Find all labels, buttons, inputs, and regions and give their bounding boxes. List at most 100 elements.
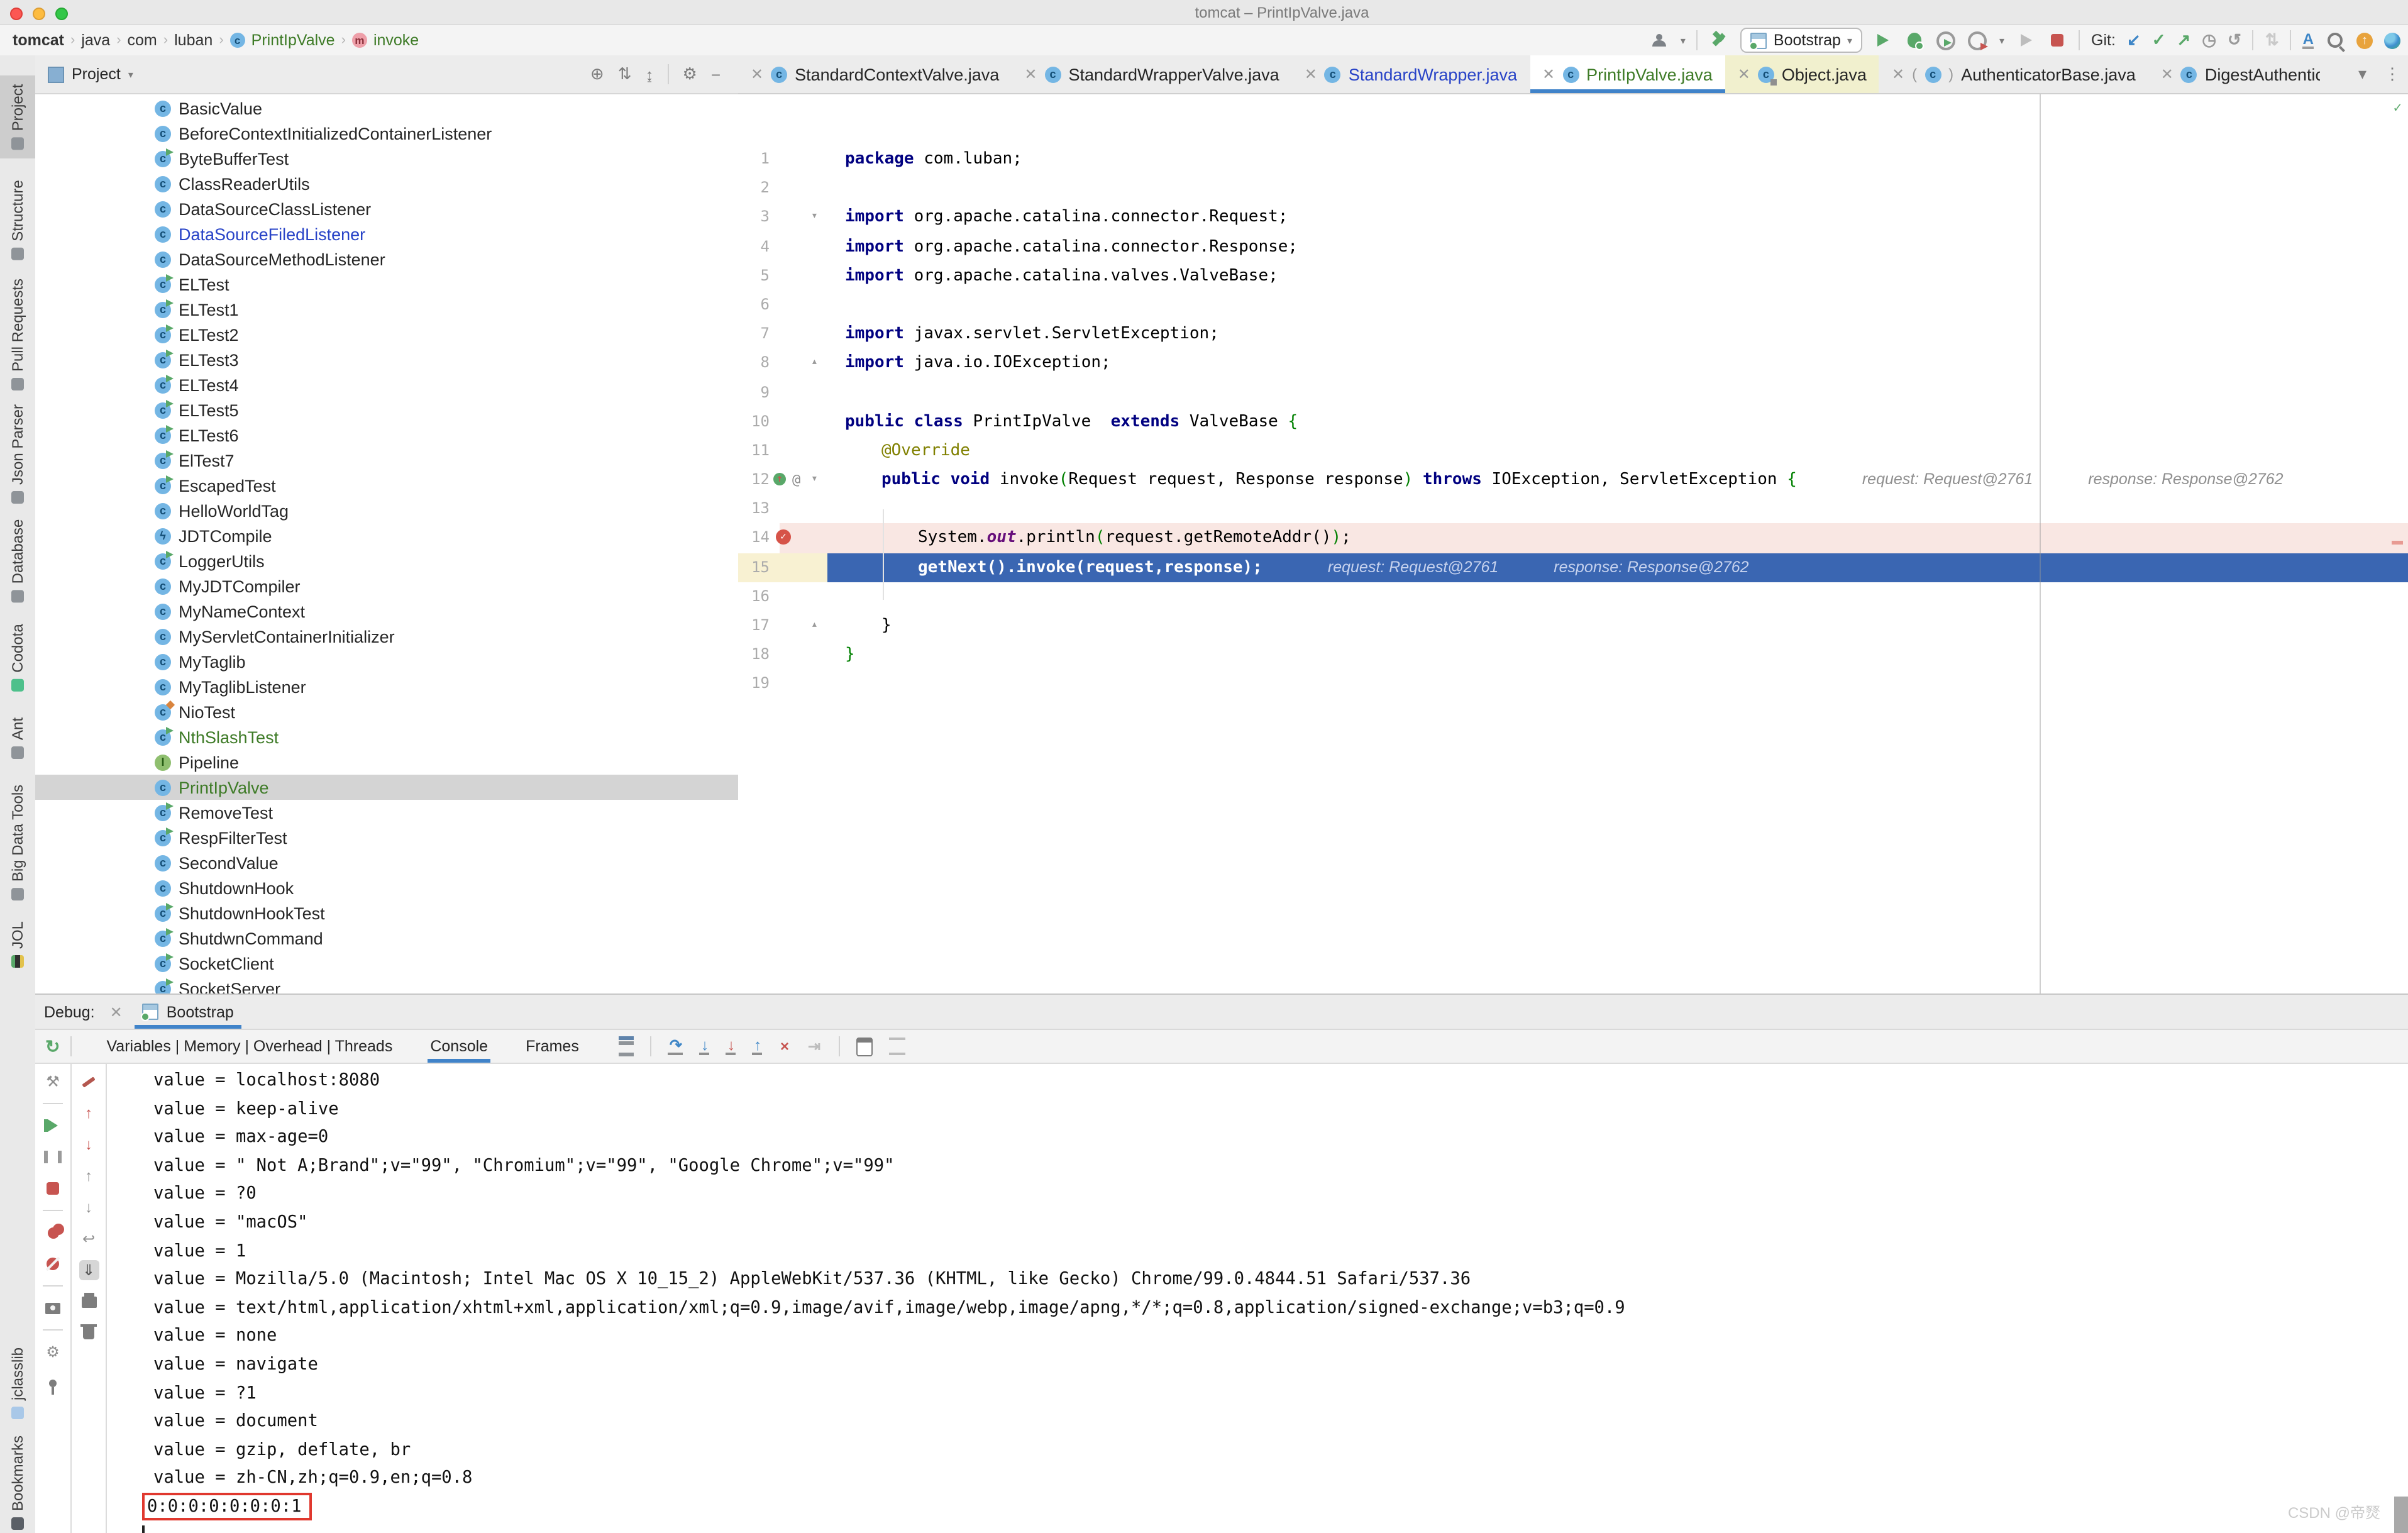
tree-item[interactable]: c ELTest1 [35, 297, 738, 322]
tree-item[interactable]: c DataSourceFiledListener [35, 221, 738, 246]
more-options-icon[interactable]: ⋮ [2384, 64, 2400, 84]
code-line[interactable]: 3 ▾ import org.apache.catalina.connector.R… [738, 203, 2408, 232]
close-icon[interactable]: ✕ [110, 1003, 123, 1021]
view-options-icon[interactable] [888, 1038, 905, 1055]
project-panel-header[interactable]: Project ▾ ⊕ ⇅ ↨ ⚙ − [35, 55, 738, 94]
sidebar-item-jclasslib[interactable]: jclasslib [0, 1343, 35, 1424]
minimize-window-button[interactable] [33, 8, 45, 20]
tree-item[interactable]: c BasicValue [35, 96, 738, 121]
soft-wrap-icon[interactable]: ↩ [79, 1229, 99, 1249]
ide-sphere-icon[interactable] [2384, 32, 2400, 48]
debug-tab-variables[interactable]: Variables | Memory | Overhead | Threads [104, 1030, 395, 1063]
line-number[interactable]: 10 [738, 407, 770, 436]
view-breakpoints-icon[interactable] [43, 1222, 63, 1242]
tree-item[interactable]: c ShutdownHook [35, 875, 738, 900]
tree-item[interactable]: c SocketServer [35, 976, 738, 993]
tree-item[interactable]: c MyServletContainerInitializer [35, 624, 738, 649]
clear-all-icon[interactable] [79, 1323, 99, 1343]
code-line[interactable]: 11 @Override [738, 436, 2408, 465]
tree-item[interactable]: c ELTest6 [35, 423, 738, 448]
tree-item[interactable]: c MyNameContext [35, 599, 738, 624]
editor-tab[interactable]: ✕ c DigestAuthenticator.java [2148, 55, 2320, 93]
tree-item[interactable]: c ELTest2 [35, 322, 738, 347]
code-line[interactable]: 12 ▾ ↑ @ public void invoke(Request request,… [738, 465, 2408, 494]
tree-item[interactable]: c NioTest [35, 699, 738, 724]
profiler-button[interactable] [1968, 30, 1989, 50]
code-line[interactable]: 5 import org.apache.catalina.valves.Valve… [738, 262, 2408, 291]
tree-item[interactable]: c SecondValue [35, 850, 738, 875]
gear-icon[interactable]: ⚙ [683, 64, 697, 84]
editor-tab[interactable]: ✕ (c) AuthenticatorBase.java [1879, 55, 2148, 93]
step-over-icon[interactable]: ↷ [668, 1037, 683, 1054]
up-stack-trace-icon[interactable]: ↑ [79, 1103, 99, 1123]
tree-item[interactable]: c EscapedTest [35, 473, 738, 498]
mute-breakpoints-icon[interactable] [43, 1254, 63, 1274]
tab-close-icon[interactable]: ✕ [1305, 65, 1317, 83]
pin-tab-icon[interactable] [43, 1373, 63, 1395]
code-line[interactable]: 4 import org.apache.catalina.connector.Re… [738, 232, 2408, 261]
tree-item[interactable]: c MyTaglibListener [35, 674, 738, 699]
sidebar-item-structure[interactable]: Structure [0, 176, 35, 264]
tree-item[interactable]: c MyJDTCompiler [35, 573, 738, 599]
line-number[interactable]: 5 [738, 262, 770, 291]
down-stack-trace-icon[interactable]: ↓ [79, 1134, 99, 1154]
tree-item[interactable]: c ELTest5 [35, 397, 738, 423]
editor-tab[interactable]: ✕ c StandardWrapper.java [1292, 55, 1530, 93]
debug-tab-frames[interactable]: Frames [523, 1030, 582, 1063]
editor-tab[interactable]: ✕ c PrintIpValve.java [1530, 55, 1726, 93]
sidebar-item-database[interactable]: Database [0, 516, 35, 606]
code-line[interactable]: 7 import javax.servlet.ServletException; [738, 319, 2408, 348]
line-number[interactable]: 16 [738, 582, 770, 611]
code-line[interactable]: 14 ✓ System.out.println(request.getRemoteA… [738, 523, 2408, 553]
close-window-button[interactable] [10, 8, 23, 20]
run-with-coverage-button[interactable] [1936, 30, 1957, 50]
git-push-icon[interactable]: ↗ [2177, 30, 2191, 50]
user-profile-icon[interactable] [1649, 30, 1669, 50]
user-dropdown-caret[interactable]: ▾ [1681, 35, 1686, 46]
line-number[interactable]: 9 [738, 378, 770, 407]
line-number[interactable]: 11 [738, 436, 770, 465]
code-line[interactable]: 13 [738, 495, 2408, 524]
code-line[interactable]: 16 [738, 582, 2408, 611]
code-line[interactable]: 19 [738, 670, 2408, 699]
tree-item[interactable]: c ElTest7 [35, 448, 738, 473]
tree-item[interactable]: c ShutdownHookTest [35, 900, 738, 926]
step-into-icon[interactable]: ↓ [699, 1037, 710, 1054]
evaluate-expression-icon[interactable] [856, 1037, 873, 1056]
sidebar-item-codota[interactable]: Codota [0, 619, 35, 697]
jump-to-source-icon[interactable] [79, 1071, 99, 1092]
git-update-icon[interactable]: ↙ [2127, 30, 2141, 50]
run-button[interactable] [1874, 30, 1894, 50]
code-line[interactable]: 1 package com.luban; [738, 145, 2408, 174]
chevron-down-icon[interactable]: ▾ [2358, 64, 2367, 84]
line-number[interactable]: 19 [738, 670, 770, 699]
inspections-ok-icon[interactable]: ✓ [2394, 99, 2402, 116]
sidebar-item-pull-requests[interactable]: Pull Requests [0, 277, 35, 392]
tree-item[interactable]: c MyTaglib [35, 649, 738, 674]
line-number[interactable]: 13 [738, 495, 770, 524]
line-number[interactable]: 7 [738, 319, 770, 348]
line-number[interactable]: 15 [738, 553, 770, 582]
force-step-into-icon[interactable]: ↓ [726, 1037, 736, 1054]
editor-tab[interactable]: ✕ c StandardContextValve.java [738, 55, 1012, 93]
debug-button[interactable] [1905, 30, 1925, 50]
code-line[interactable]: 18} [738, 640, 2408, 669]
tree-item[interactable]: ϟ JDTCompile [35, 523, 738, 548]
drop-frame-icon[interactable]: × [779, 1038, 790, 1053]
breadcrumb-item[interactable]: luban [174, 31, 213, 49]
editor-tab[interactable]: ✕ c Object.java [1725, 55, 1879, 93]
sidebar-item-json-parser[interactable]: Json Parser [0, 404, 35, 504]
breadcrumb-item[interactable]: tomcat [13, 31, 64, 49]
sidebar-item-bookmarks[interactable]: Bookmarks [0, 1436, 35, 1530]
code-line[interactable]: 9 [738, 378, 2408, 407]
locate-file-icon[interactable]: ⊕ [590, 64, 604, 84]
project-view-dropdown-caret[interactable]: ▾ [128, 69, 133, 80]
tab-close-icon[interactable]: ✕ [1892, 65, 1904, 83]
maximize-window-button[interactable] [55, 8, 68, 20]
tree-item[interactable]: c DataSourceClassListener [35, 196, 738, 221]
tree-item[interactable]: c BeforeContextInitializedContainerListen… [35, 121, 738, 146]
line-number[interactable]: 12 [738, 465, 770, 494]
resume-program-icon[interactable] [43, 1115, 63, 1136]
breadcrumb-item[interactable]: PrintIpValve [251, 31, 335, 49]
sidebar-item-ant[interactable]: Ant [0, 709, 35, 767]
